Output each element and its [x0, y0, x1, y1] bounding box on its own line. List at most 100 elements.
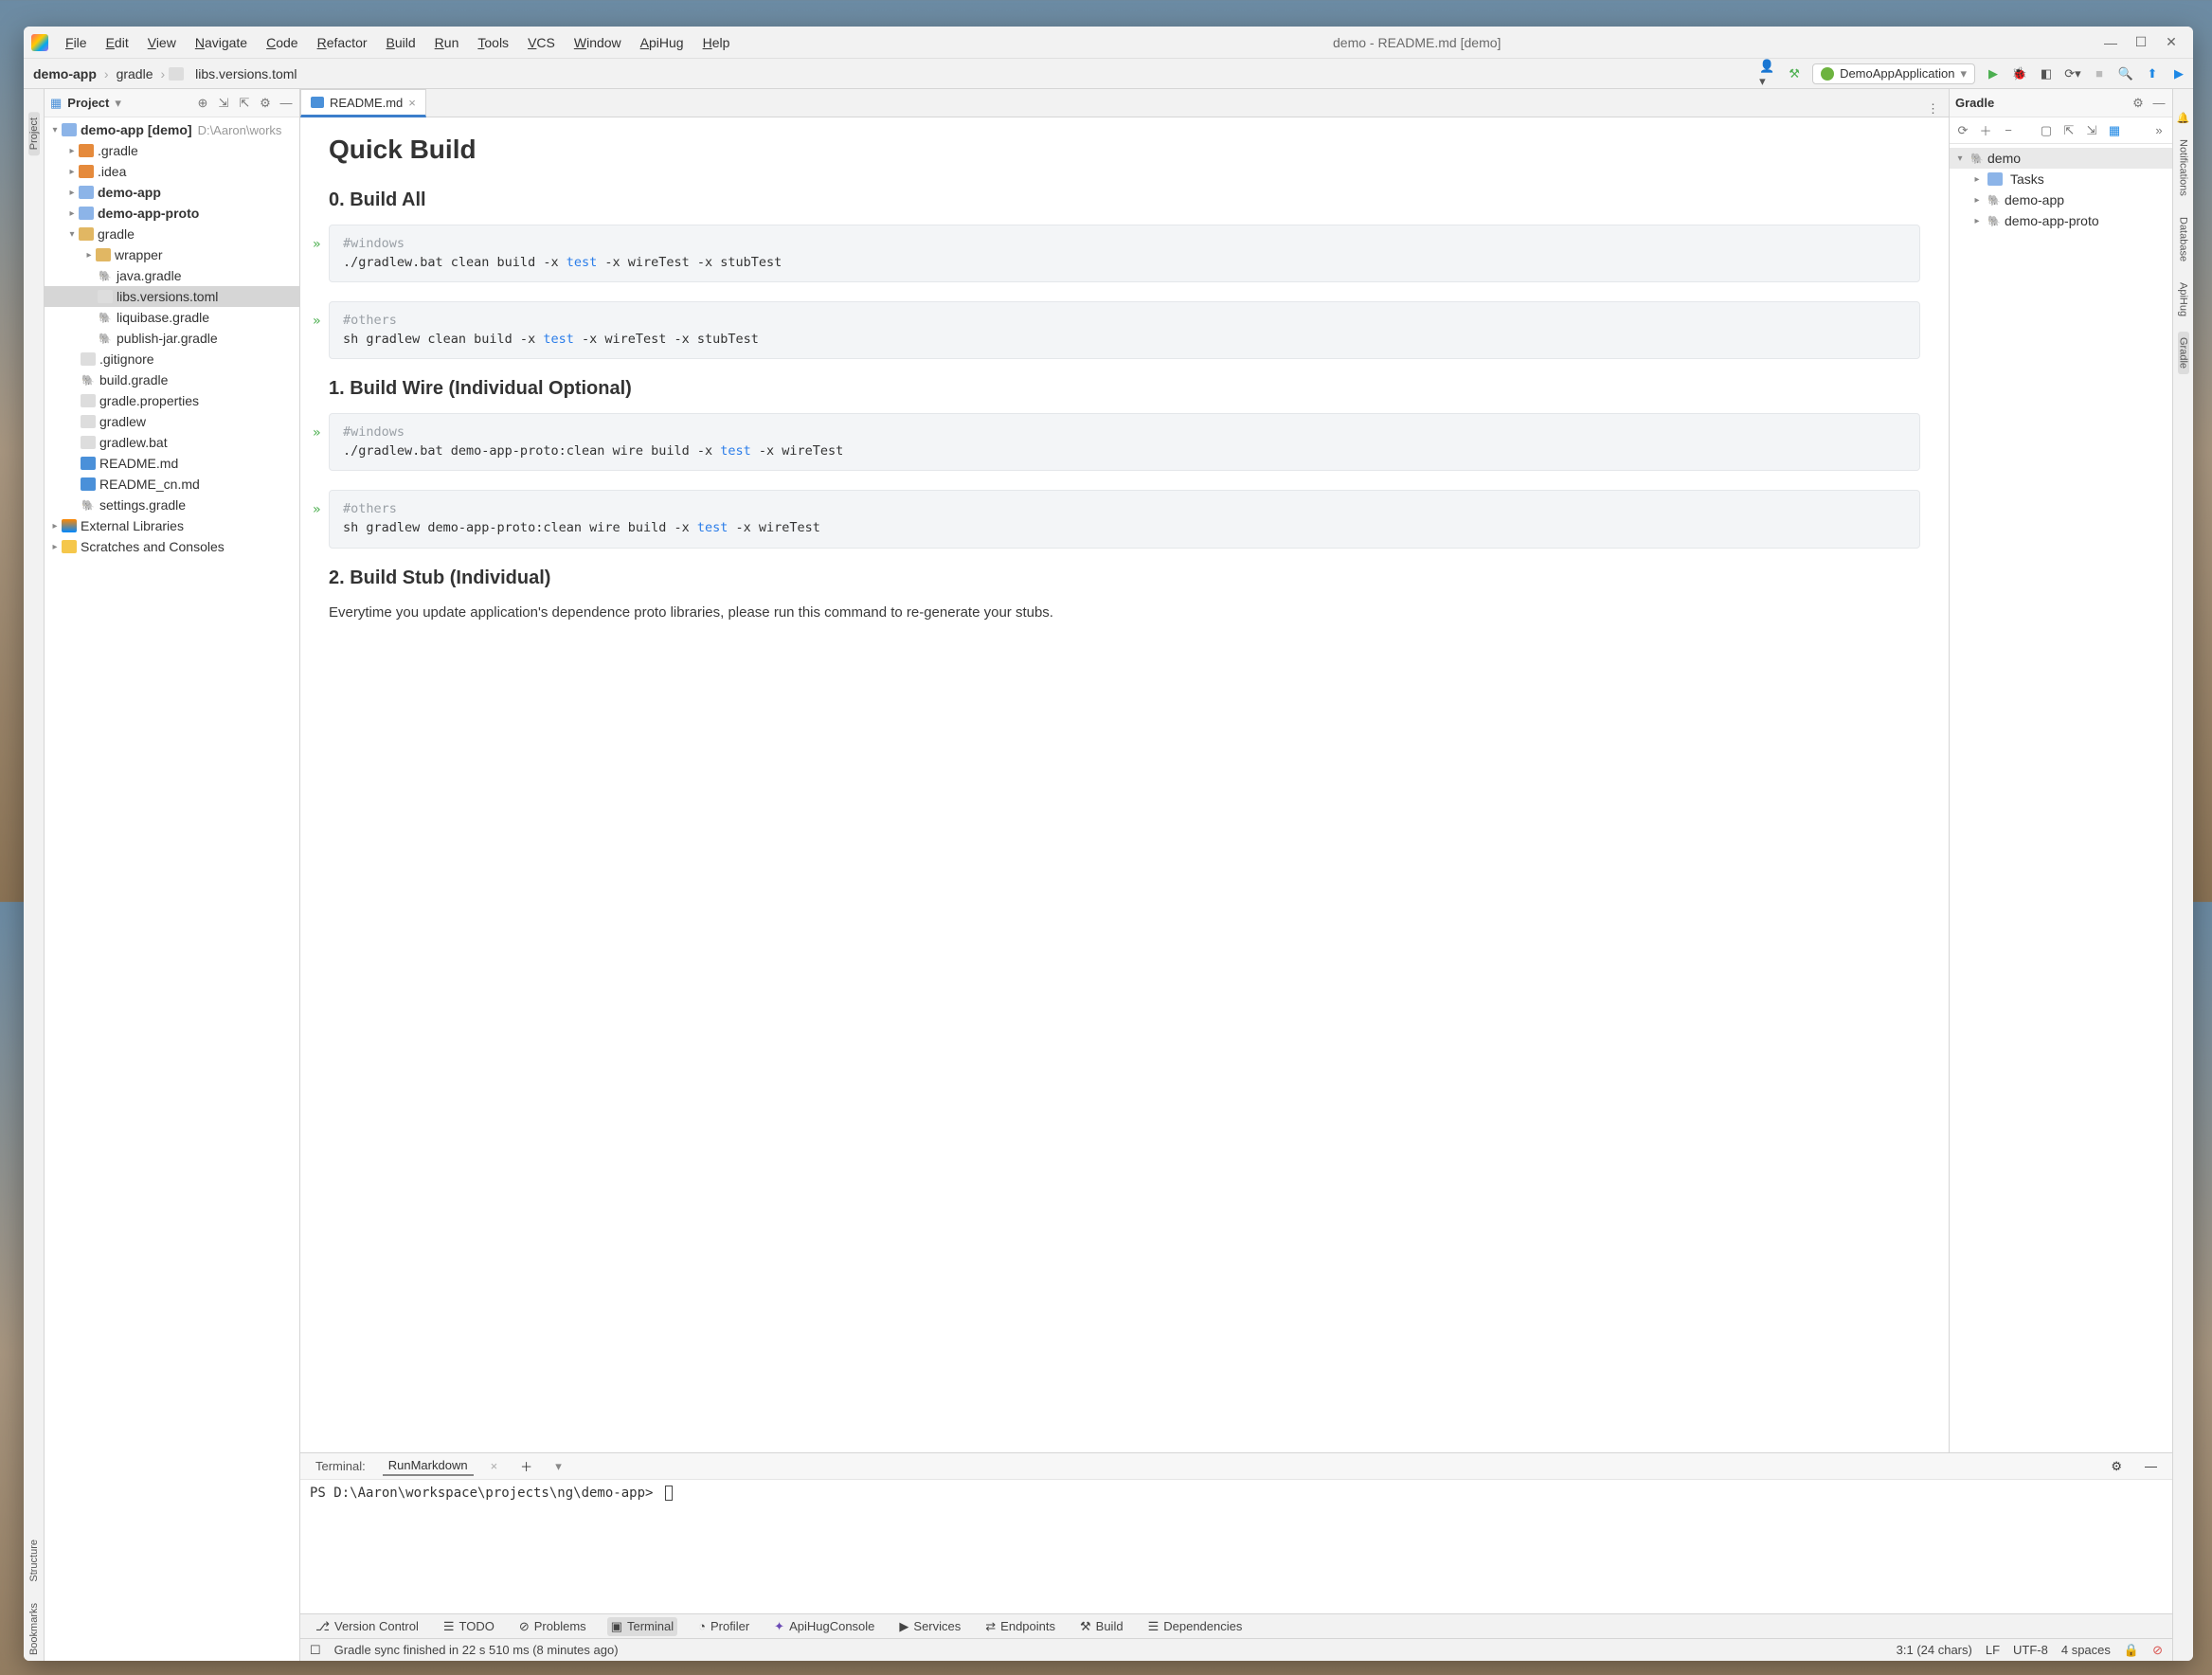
menu-navigate[interactable]: Navigate [188, 32, 255, 53]
tw-problems[interactable]: ⊘Problems [515, 1617, 590, 1636]
chevron-down-icon[interactable]: ▾ [48, 125, 62, 135]
status-eol[interactable]: LF [1986, 1643, 2000, 1657]
tree-root[interactable]: ▾ demo-app [demo] D:\Aaron\works [45, 119, 299, 140]
tw-version-control[interactable]: ⎇Version Control [312, 1617, 423, 1636]
close-icon[interactable]: × [485, 1457, 504, 1475]
tab-more-icon[interactable]: ⋮ [1917, 101, 1949, 117]
menu-help[interactable]: Help [695, 32, 738, 53]
refresh-icon[interactable]: ⟳ [1955, 123, 1970, 138]
minimize-button[interactable]: — [2104, 36, 2117, 49]
gutter-structure[interactable]: Structure [28, 1534, 40, 1588]
hide-icon[interactable]: — [2151, 96, 2167, 111]
hide-icon[interactable]: — [279, 96, 294, 111]
tw-profiler[interactable]: ◔Profiler [694, 1617, 753, 1635]
gutter-gradle[interactable]: Gradle [2178, 332, 2189, 374]
ide-features-icon[interactable]: ▶ [2170, 65, 2187, 82]
tw-services[interactable]: ▶Services [895, 1617, 964, 1636]
search-icon[interactable]: 🔍 [2117, 65, 2134, 82]
status-indicator-icon[interactable]: ☐ [310, 1643, 321, 1658]
user-icon[interactable]: 👤▾ [1759, 65, 1776, 82]
run-gutter-icon[interactable]: » [313, 235, 320, 254]
tree-row[interactable]: gradlew [45, 411, 299, 432]
chevron-down-icon[interactable]: ▾ [65, 229, 79, 240]
tree-row[interactable]: 🐘build.gradle [45, 369, 299, 390]
menu-tools[interactable]: Tools [470, 32, 516, 53]
menu-build[interactable]: Build [379, 32, 423, 53]
project-tree[interactable]: ▾ demo-app [demo] D:\Aaron\works ▸.gradl… [45, 117, 299, 1661]
collapse-all-icon[interactable]: ⇲ [2084, 123, 2099, 138]
tree-row[interactable]: .gitignore [45, 349, 299, 369]
run-gutter-icon[interactable]: » [313, 312, 320, 331]
editor-preview[interactable]: Quick Build 0. Build All »#windows ./gra… [300, 117, 1949, 1452]
tree-row[interactable]: ▸demo-app [45, 182, 299, 203]
crumb-folder[interactable]: gradle [113, 64, 157, 83]
chevron-down-icon[interactable]: ▾ [549, 1457, 567, 1476]
more-icon[interactable]: » [2151, 123, 2167, 138]
tree-row[interactable]: ▾gradle [45, 224, 299, 244]
status-indent[interactable]: 4 spaces [2061, 1643, 2111, 1657]
status-encoding[interactable]: UTF-8 [2013, 1643, 2048, 1657]
tree-row[interactable]: gradle.properties [45, 390, 299, 411]
chevron-right-icon[interactable]: ▸ [1970, 174, 1984, 185]
chevron-right-icon[interactable]: ▸ [1970, 216, 1984, 226]
chevron-right-icon[interactable]: ▸ [65, 208, 79, 219]
chevron-right-icon[interactable]: ▸ [65, 146, 79, 156]
editor-tab[interactable]: README.md × [300, 89, 426, 117]
gradle-row[interactable]: ▸🐘demo-app [1950, 189, 2172, 210]
menu-run[interactable]: Run [427, 32, 467, 53]
tree-row[interactable]: 🐘java.gradle [45, 265, 299, 286]
chevron-right-icon[interactable]: ▸ [1970, 195, 1984, 206]
run-gutter-icon[interactable]: » [313, 500, 320, 519]
tw-build[interactable]: ⚒Build [1076, 1617, 1127, 1636]
gutter-apihug[interactable]: ApiHug [2178, 277, 2189, 322]
run-gutter-icon[interactable]: » [313, 423, 320, 442]
gutter-project[interactable]: Project [28, 112, 40, 155]
tree-row[interactable]: ▸External Libraries [45, 515, 299, 536]
menu-file[interactable]: File [58, 32, 95, 53]
tree-row[interactable]: ▸Scratches and Consoles [45, 536, 299, 557]
minus-icon[interactable]: − [2001, 123, 2016, 138]
run-icon[interactable]: ▶ [1985, 65, 2002, 82]
menu-window[interactable]: Window [566, 32, 629, 53]
tree-row[interactable]: README.md [45, 453, 299, 474]
tree-row[interactable]: README_cn.md [45, 474, 299, 495]
tree-row[interactable]: ▸demo-app-proto [45, 203, 299, 224]
menu-code[interactable]: Code [259, 32, 305, 53]
terminal-tab[interactable]: RunMarkdown [383, 1456, 474, 1476]
menu-edit[interactable]: Edit [99, 32, 136, 53]
chevron-right-icon[interactable]: ▸ [65, 167, 79, 177]
debug-icon[interactable]: 🐞 [2011, 65, 2028, 82]
status-caret[interactable]: 3:1 (24 chars) [1897, 1643, 1972, 1657]
target-icon[interactable]: ⊕ [195, 96, 210, 111]
tw-dependencies[interactable]: ☰Dependencies [1144, 1617, 1247, 1636]
tw-todo[interactable]: ☰TODO [440, 1617, 498, 1636]
terminal-body[interactable]: PS D:\Aaron\workspace\projects\ng\demo-a… [300, 1480, 2172, 1613]
hammer-icon[interactable]: ⚒ [1786, 65, 1803, 82]
tree-row[interactable]: 🐘liquibase.gradle [45, 307, 299, 328]
tree-row[interactable]: 🐘settings.gradle [45, 495, 299, 515]
gutter-notifications[interactable]: Notifications [2178, 134, 2189, 202]
menu-refactor[interactable]: Refactor [310, 32, 375, 53]
gradle-tree[interactable]: ▾🐘demo ▸Tasks ▸🐘demo-app ▸🐘demo-app-prot… [1950, 144, 2172, 1452]
tw-apihug[interactable]: ✦ApiHugConsole [770, 1617, 878, 1636]
tw-endpoints[interactable]: ⇄Endpoints [981, 1617, 1059, 1636]
chevron-down-icon[interactable]: ▾ [1953, 153, 1967, 164]
expand-icon[interactable]: ⇱ [237, 96, 252, 111]
gear-icon[interactable]: ⚙ [2131, 96, 2146, 111]
tw-terminal[interactable]: ▣Terminal [607, 1617, 677, 1636]
sync-icon[interactable]: ⬆ [2144, 65, 2161, 82]
lock-icon[interactable]: 🔒 [2124, 1643, 2139, 1658]
gradle-row[interactable]: ▸Tasks [1950, 169, 2172, 189]
gutter-database[interactable]: Database [2178, 211, 2189, 267]
menu-apihug[interactable]: ApiHug [633, 32, 692, 53]
menu-view[interactable]: View [140, 32, 184, 53]
gear-icon[interactable]: ⚙ [258, 96, 273, 111]
coverage-icon[interactable]: ◧ [2038, 65, 2055, 82]
gradle-row[interactable]: ▸🐘demo-app-proto [1950, 210, 2172, 231]
run-config-selector[interactable]: DemoAppApplication ▾ [1812, 63, 1975, 84]
chevron-right-icon[interactable]: ▸ [48, 521, 62, 531]
plus-icon[interactable]: ＋ [514, 1455, 538, 1477]
collapse-icon[interactable]: ⇲ [216, 96, 231, 111]
gutter-bookmarks[interactable]: Bookmarks [28, 1597, 40, 1661]
stop-icon[interactable]: ■ [2091, 65, 2108, 82]
